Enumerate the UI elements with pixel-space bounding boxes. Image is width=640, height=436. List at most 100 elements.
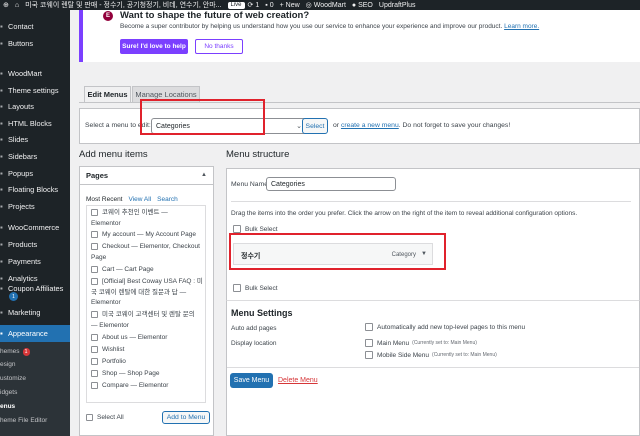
tab-most-recent[interactable]: Most Recent: [86, 196, 123, 203]
add-to-menu-button[interactable]: Add to Menu: [162, 411, 210, 424]
updates-link[interactable]: ⟳ 1: [245, 0, 263, 10]
sidebar-item-popups[interactable]: ▪ Popups: [0, 165, 70, 181]
location-mobile-side-menu[interactable]: Mobile Side Menu (Currently set to: Main …: [365, 351, 497, 359]
collapse-arrow-icon: ▲: [201, 172, 207, 178]
checkbox[interactable]: [91, 310, 98, 318]
pages-list: 코웨이 추천인 이벤트 — Elementor My account — My A…: [86, 205, 206, 403]
menu-structure-heading: Menu structure: [226, 149, 290, 160]
highlight-box-select: [140, 99, 265, 135]
create-new-menu-link[interactable]: create a new menu: [341, 122, 399, 129]
sidebar-item-payments[interactable]: ▪ Payments: [0, 253, 70, 269]
main-menu-checkbox[interactable]: [365, 339, 373, 347]
sidebar-item-appearance[interactable]: ▪ Appearance: [0, 325, 70, 342]
sidebar-item-layouts[interactable]: ▪ Layouts: [0, 98, 70, 114]
menu-instructions: Drag the items into the order you prefer…: [231, 201, 631, 217]
new-link[interactable]: + New: [277, 0, 303, 10]
page-item[interactable]: 코웨이 추천인 이벤트 — Elementor: [91, 208, 203, 229]
submenu-theme-file-editor[interactable]: heme File Editor: [0, 414, 70, 427]
auto-add-option[interactable]: Automatically add new top-level pages to…: [365, 323, 525, 331]
slides-icon: ▪: [0, 134, 3, 144]
submenu-themes[interactable]: hemes 1: [0, 345, 70, 358]
menu-name-label: Menu Name: [231, 181, 269, 188]
checkbox[interactable]: [91, 242, 98, 250]
checkbox[interactable]: [91, 333, 98, 341]
sidebar-item-products[interactable]: ▪ Products: [0, 236, 70, 252]
sidebar-item-slides[interactable]: ▪ Slides: [0, 131, 70, 147]
bulk-select-checkbox[interactable]: [233, 225, 241, 233]
submenu-customize[interactable]: ustomize: [0, 372, 70, 385]
page-item[interactable]: Compare — Elementor: [91, 381, 203, 392]
elementor-logo-icon: E: [103, 11, 113, 21]
select-all-option[interactable]: Select All: [86, 414, 124, 421]
page-item[interactable]: Cart — Cart Page: [91, 265, 203, 276]
submenu-menus[interactable]: enus: [0, 400, 70, 413]
sidebar-item-contact[interactable]: ▪ Contact: [0, 18, 70, 34]
gear-icon: ▪: [0, 85, 3, 95]
payments-icon: ▪: [0, 256, 3, 266]
updates-icon: ⟳: [247, 2, 254, 9]
tab-view-all[interactable]: View All: [129, 196, 152, 203]
envelope-icon: ▪: [0, 21, 3, 31]
woodmart-icon: ◎: [305, 2, 312, 9]
page-item[interactable]: 미국 코웨이 고객센터 및 렌탈 문의 — Elementor: [91, 310, 203, 331]
woodmart-link[interactable]: ◎ WoodMart: [303, 0, 349, 10]
page-item[interactable]: About us — Elementor: [91, 333, 203, 344]
submenu-design[interactable]: esign: [0, 358, 70, 371]
save-menu-button[interactable]: Save Menu: [230, 373, 273, 388]
sidebar-item-woodmart[interactable]: ▪ WoodMart: [0, 65, 70, 81]
checkbox[interactable]: [91, 369, 98, 377]
tab-search[interactable]: Search: [157, 196, 178, 203]
sidebar-item-marketing[interactable]: ▪ Marketing: [0, 304, 70, 320]
sidebar-item-html-blocks[interactable]: ▪ HTML Blocks: [0, 115, 70, 131]
sidebar-item-projects[interactable]: ▪ Projects: [0, 198, 70, 214]
checkbox[interactable]: [91, 381, 98, 389]
learn-more-link[interactable]: Learn more.: [504, 23, 539, 30]
sidebar-item-theme-settings[interactable]: ▪ Theme settings: [0, 82, 70, 98]
comments-link[interactable]: ▪ 0: [262, 0, 276, 10]
coupon-icon: ▪: [0, 284, 3, 293]
elementor-notice: E Want to shape the future of web creati…: [79, 10, 640, 62]
notice-title: Want to shape the future of web creation…: [120, 10, 310, 21]
checkbox[interactable]: [91, 345, 98, 353]
delete-menu-link[interactable]: Delete Menu: [278, 377, 318, 384]
checkbox[interactable]: [91, 230, 98, 238]
sidebar-item-floating-blocks[interactable]: ▪ Floating Blocks: [0, 181, 70, 197]
coupon-badge: 1: [9, 292, 18, 301]
sidebar-item-sidebars[interactable]: ▪ Sidebars: [0, 148, 70, 164]
opt-in-button[interactable]: Sure! I'd love to help: [120, 39, 188, 54]
pages-accordion-header[interactable]: Pages ▲: [80, 167, 213, 185]
menu-name-input[interactable]: Categories: [266, 177, 396, 191]
tab-edit-menus[interactable]: Edit Menus: [84, 86, 131, 102]
bulk-select-checkbox[interactable]: [233, 284, 241, 292]
page-item[interactable]: Checkout — Elementor, Checkout Page: [91, 242, 203, 263]
updraftplus-link[interactable]: UpdraftPlus: [376, 0, 419, 10]
seo-link[interactable]: ● SEO: [349, 0, 376, 10]
select-all-checkbox[interactable]: [86, 414, 93, 421]
no-thanks-button[interactable]: No thanks: [195, 39, 243, 54]
site-title[interactable]: 미국 코웨이 렌탈 및 판매 - 정수기, 공기청정기, 비데, 연수기, 안마…: [22, 0, 224, 10]
page-item[interactable]: [Official] Best Coway USA FAQ : 미국 코웨이 렌…: [91, 277, 203, 309]
page-item[interactable]: My account — My Account Page: [91, 230, 203, 241]
products-icon: ▪: [0, 239, 3, 249]
sidebar-item-coupon-affiliates[interactable]: ▪ Coupon Affiliates 1: [0, 281, 70, 303]
checkbox[interactable]: [91, 277, 98, 285]
wordpress-logo-icon[interactable]: ⊕: [0, 0, 12, 10]
page-item[interactable]: Wishlist: [91, 345, 203, 356]
checkbox[interactable]: [91, 265, 98, 273]
location-main-menu[interactable]: Main Menu (Currently set to: Main Menu): [365, 339, 477, 347]
home-icon[interactable]: ⌂: [12, 0, 22, 10]
page-item[interactable]: Portfolio: [91, 357, 203, 368]
projects-icon: ▪: [0, 201, 3, 211]
bulk-select-bottom[interactable]: Bulk Select: [233, 284, 278, 292]
settings-divider: [227, 367, 639, 368]
page-item[interactable]: Shop — Shop Page: [91, 369, 203, 380]
select-button[interactable]: Select: [302, 118, 328, 134]
auto-add-checkbox[interactable]: [365, 323, 373, 331]
submenu-widgets[interactable]: idgets: [0, 386, 70, 399]
bulk-select-top[interactable]: Bulk Select: [233, 225, 278, 233]
mobile-menu-checkbox[interactable]: [365, 351, 373, 359]
checkbox[interactable]: [91, 357, 98, 365]
sidebar-item-woocommerce[interactable]: ▪ WooCommerce: [0, 219, 70, 235]
sidebar-item-buttons[interactable]: ▪ Buttons: [0, 35, 70, 51]
checkbox[interactable]: [91, 208, 98, 216]
